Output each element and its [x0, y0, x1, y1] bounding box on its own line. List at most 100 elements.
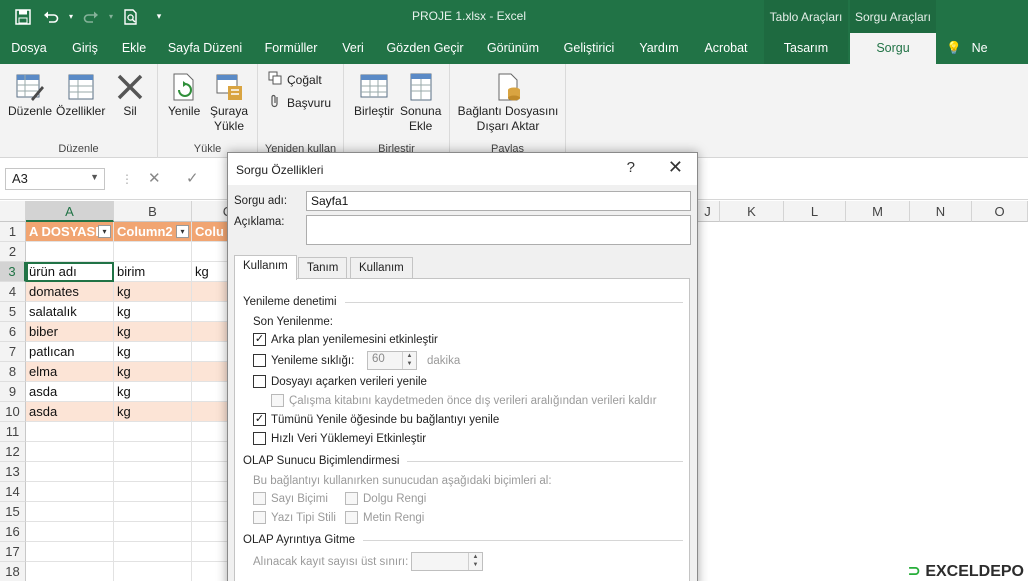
merge-button[interactable]: Birleştir: [354, 70, 394, 119]
cell[interactable]: [26, 422, 114, 442]
refresh-on-open-checkbox[interactable]: Dosyayı açarken verileri yenile: [253, 375, 427, 388]
help-icon[interactable]: ?: [627, 159, 635, 176]
name-box[interactable]: A3 ▼: [5, 168, 105, 190]
row-header[interactable]: 9: [0, 382, 26, 402]
export-connection-button[interactable]: Bağlantı Dosyasını Dışarı Aktar: [458, 70, 558, 134]
undo-icon[interactable]: [38, 4, 64, 30]
refresh-interval-spinner[interactable]: 60 ▲ ▼: [367, 351, 417, 370]
enter-icon[interactable]: ✓: [186, 169, 199, 187]
row-header[interactable]: 6: [0, 322, 26, 342]
select-all-corner[interactable]: [0, 201, 26, 222]
cell[interactable]: ürün adı: [26, 262, 114, 282]
cell[interactable]: [192, 562, 232, 581]
refresh-interval-checkbox[interactable]: Yenileme sıklığı:: [253, 354, 354, 367]
cell[interactable]: kg: [114, 362, 192, 382]
cancel-icon[interactable]: ✕: [148, 169, 161, 187]
row-header[interactable]: 15: [0, 502, 26, 522]
row-header[interactable]: 10: [0, 402, 26, 422]
column-header-o[interactable]: O: [972, 201, 1028, 222]
spinner-arrows-icon[interactable]: ▲ ▼: [468, 553, 482, 570]
cell[interactable]: [114, 522, 192, 542]
query-name-input[interactable]: Sayfa1: [306, 191, 691, 211]
cell[interactable]: [192, 542, 232, 562]
cell[interactable]: [114, 482, 192, 502]
cell[interactable]: [192, 402, 232, 422]
duplicate-button[interactable]: Çoğalt: [268, 71, 322, 88]
text-color-checkbox[interactable]: Metin Rengi: [345, 511, 424, 524]
cell[interactable]: asda: [26, 382, 114, 402]
cell[interactable]: domates: [26, 282, 114, 302]
font-style-checkbox[interactable]: Yazı Tipi Stili: [253, 511, 336, 524]
max-records-spinner[interactable]: ▲ ▼: [411, 552, 483, 571]
cell[interactable]: asda: [26, 402, 114, 422]
table-header-cell[interactable]: Colu: [192, 222, 232, 242]
column-header-m[interactable]: M: [846, 201, 910, 222]
cell[interactable]: [114, 502, 192, 522]
cell[interactable]: [192, 522, 232, 542]
cell[interactable]: kg: [114, 402, 192, 422]
row-header[interactable]: 14: [0, 482, 26, 502]
cell[interactable]: [192, 382, 232, 402]
cell[interactable]: kg: [114, 302, 192, 322]
filter-dropdown-icon[interactable]: ▾: [176, 225, 189, 238]
load-to-button[interactable]: Şuraya Yükle: [210, 70, 248, 134]
table-header-cell[interactable]: A DOSYASI ▾: [26, 222, 114, 242]
background-refresh-checkbox[interactable]: ✓ Arka plan yenilemesini etkinleştir: [253, 333, 438, 346]
refresh-button[interactable]: Yenile: [168, 70, 200, 119]
tab-ekle[interactable]: Ekle: [114, 33, 154, 64]
cell[interactable]: [26, 542, 114, 562]
close-icon[interactable]: ✕: [668, 157, 683, 178]
row-header[interactable]: 17: [0, 542, 26, 562]
row-header[interactable]: 11: [0, 422, 26, 442]
tab-veri[interactable]: Veri: [334, 33, 372, 64]
cell[interactable]: salatalık: [26, 302, 114, 322]
spinner-arrows-icon[interactable]: ▲ ▼: [402, 352, 416, 369]
column-header-l[interactable]: L: [784, 201, 846, 222]
row-header[interactable]: 12: [0, 442, 26, 462]
cell[interactable]: [114, 442, 192, 462]
cell[interactable]: [114, 422, 192, 442]
cell[interactable]: kg: [114, 282, 192, 302]
cell[interactable]: [192, 302, 232, 322]
column-header-n[interactable]: N: [910, 201, 972, 222]
tab-gozden-gecir[interactable]: Gözden Geçir: [382, 33, 468, 64]
row-header[interactable]: 4: [0, 282, 26, 302]
tab-sayfa-duzeni[interactable]: Sayfa Düzeni: [162, 33, 248, 64]
tab-giris[interactable]: Giriş: [62, 33, 108, 64]
cell[interactable]: kg: [114, 322, 192, 342]
row-header[interactable]: 1: [0, 222, 26, 242]
cell[interactable]: [192, 462, 232, 482]
delete-button[interactable]: Sil: [114, 70, 146, 119]
tab-formuller[interactable]: Formüller: [256, 33, 326, 64]
tab-yardim[interactable]: Yardım: [632, 33, 686, 64]
fill-color-checkbox[interactable]: Dolgu Rengi: [345, 492, 426, 505]
table-header-cell[interactable]: Column2 ▾: [114, 222, 192, 242]
column-header-j[interactable]: J: [696, 201, 720, 222]
cell[interactable]: [192, 342, 232, 362]
row-header[interactable]: 8: [0, 362, 26, 382]
tab-tanim[interactable]: Tanım: [298, 257, 348, 279]
customize-qat-icon[interactable]: ▾: [146, 4, 172, 30]
cell[interactable]: patlıcan: [26, 342, 114, 362]
cell[interactable]: [114, 242, 192, 262]
cell[interactable]: [26, 502, 114, 522]
cell[interactable]: [192, 482, 232, 502]
reference-button[interactable]: Başvuru: [268, 94, 331, 111]
row-header[interactable]: 2: [0, 242, 26, 262]
print-preview-icon[interactable]: [118, 4, 144, 30]
description-input[interactable]: [306, 215, 691, 245]
edit-button[interactable]: Düzenle: [8, 70, 52, 119]
cell[interactable]: [26, 522, 114, 542]
cell[interactable]: kg: [114, 382, 192, 402]
row-header[interactable]: 3: [0, 262, 26, 282]
remove-data-before-save-checkbox[interactable]: Çalışma kitabını kaydetmeden önce dış ve…: [271, 394, 657, 407]
cell[interactable]: biber: [26, 322, 114, 342]
cell[interactable]: [192, 422, 232, 442]
row-header[interactable]: 13: [0, 462, 26, 482]
cell[interactable]: kg: [192, 262, 232, 282]
fast-data-load-checkbox[interactable]: Hızlı Veri Yüklemeyi Etkinleştir: [253, 432, 426, 445]
column-header-k[interactable]: K: [720, 201, 784, 222]
tab-sorgu[interactable]: Sorgu: [850, 33, 936, 64]
cell[interactable]: [192, 242, 232, 262]
refresh-all-checkbox[interactable]: ✓ Tümünü Yenile öğesinde bu bağlantıyı ye…: [253, 413, 499, 426]
